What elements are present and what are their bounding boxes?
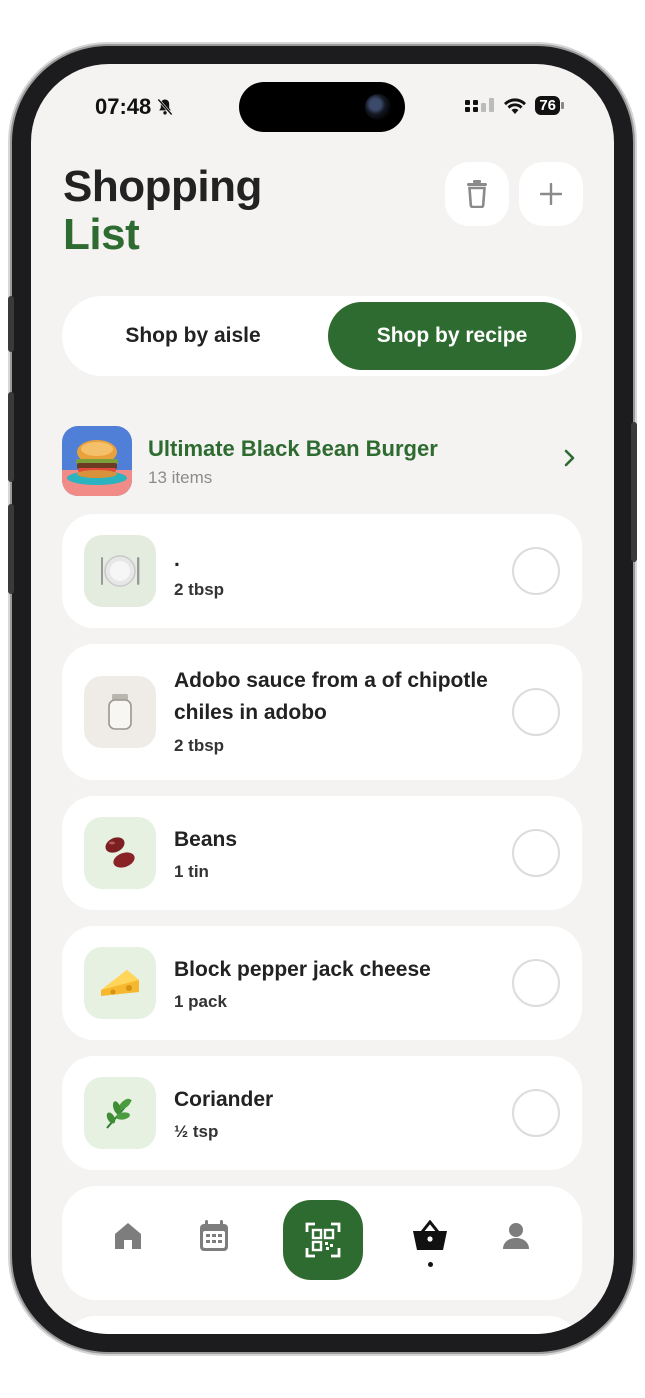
ingredient-checkbox[interactable] [512, 547, 560, 595]
ingredient-checkbox[interactable] [512, 1089, 560, 1137]
basket-icon[interactable] [410, 1216, 450, 1256]
page-title-line2: List [63, 210, 140, 259]
herb-icon [84, 1077, 156, 1149]
shop-mode-toggle: Shop by aisle Shop by recipe [62, 296, 582, 376]
ingredient-name: . [174, 548, 180, 571]
ingredient-card[interactable]: Beans 1 tin [62, 796, 582, 910]
ingredient-quantity: 2 tbsp [174, 580, 225, 599]
ingredient-card[interactable]: Adobo sauce from a of chipotle chiles in… [62, 644, 582, 780]
recipe-title: Ultimate Black Bean Burger [148, 436, 438, 461]
status-indicators: 76 [465, 96, 564, 115]
ingredient-quantity: 2 tbsp [174, 736, 225, 755]
bell-muted-icon [157, 98, 173, 116]
chevron-right-icon [564, 444, 576, 475]
ingredient-name: Beans [174, 828, 238, 851]
camera-icon [365, 94, 391, 120]
scan-icon [305, 1222, 341, 1258]
battery-indicator: 76 [535, 96, 564, 115]
recipe-thumbnail [62, 426, 132, 496]
volume-down-button [8, 504, 14, 594]
clock-label: 07:48 [95, 94, 152, 119]
ingredient-quantity: 1 pack [174, 992, 227, 1011]
ingredient-card[interactable]: Coriander ½ tsp [62, 1056, 582, 1170]
ingredient-quantity: 1 tin [174, 862, 209, 881]
ingredient-card[interactable]: . 2 tbsp [62, 514, 582, 628]
recipe-item-count: 13 items [148, 468, 213, 487]
recipe-header[interactable]: Ultimate Black Bean Burger 13 items [62, 426, 582, 496]
ingredient-checkbox[interactable] [512, 829, 560, 877]
plate-cutlery-icon [84, 535, 156, 607]
cellular-signal-icon [465, 97, 495, 112]
tab-shop-by-recipe[interactable]: Shop by recipe [328, 302, 576, 370]
ingredient-checkbox[interactable] [512, 688, 560, 736]
calendar-icon[interactable] [194, 1216, 234, 1256]
plus-icon [540, 183, 562, 205]
add-item-button[interactable] [519, 162, 583, 226]
app-screen: 07:48 76 Shopping List Shop by aisle Sho… [31, 64, 614, 1334]
scan-button[interactable] [283, 1200, 363, 1280]
volume-up-button [8, 392, 14, 482]
delete-list-button[interactable] [445, 162, 509, 226]
ingredient-name: Adobo sauce from a of chipotle chiles in… [174, 669, 488, 724]
next-card-peek [62, 1316, 582, 1334]
ingredient-checkbox[interactable] [512, 959, 560, 1007]
ingredient-card[interactable]: Block pepper jack cheese 1 pack [62, 926, 582, 1040]
status-time: 07:48 [95, 94, 175, 120]
ingredient-quantity: ½ tsp [174, 1122, 219, 1141]
tab-shop-by-aisle[interactable]: Shop by aisle [68, 302, 318, 370]
trash-icon [467, 180, 487, 208]
wifi-icon [504, 97, 527, 114]
jar-icon [84, 676, 156, 748]
beans-icon [84, 817, 156, 889]
action-button [8, 296, 14, 352]
home-icon[interactable] [108, 1216, 148, 1256]
power-button [631, 422, 637, 562]
page-title-line1: Shopping [63, 162, 262, 211]
cheese-icon [84, 947, 156, 1019]
dynamic-island [239, 82, 405, 132]
ingredient-name: Block pepper jack cheese [174, 958, 431, 981]
profile-icon[interactable] [496, 1216, 536, 1256]
active-tab-indicator [428, 1262, 433, 1267]
ingredient-name: Coriander [174, 1088, 274, 1111]
bottom-nav [62, 1186, 582, 1300]
